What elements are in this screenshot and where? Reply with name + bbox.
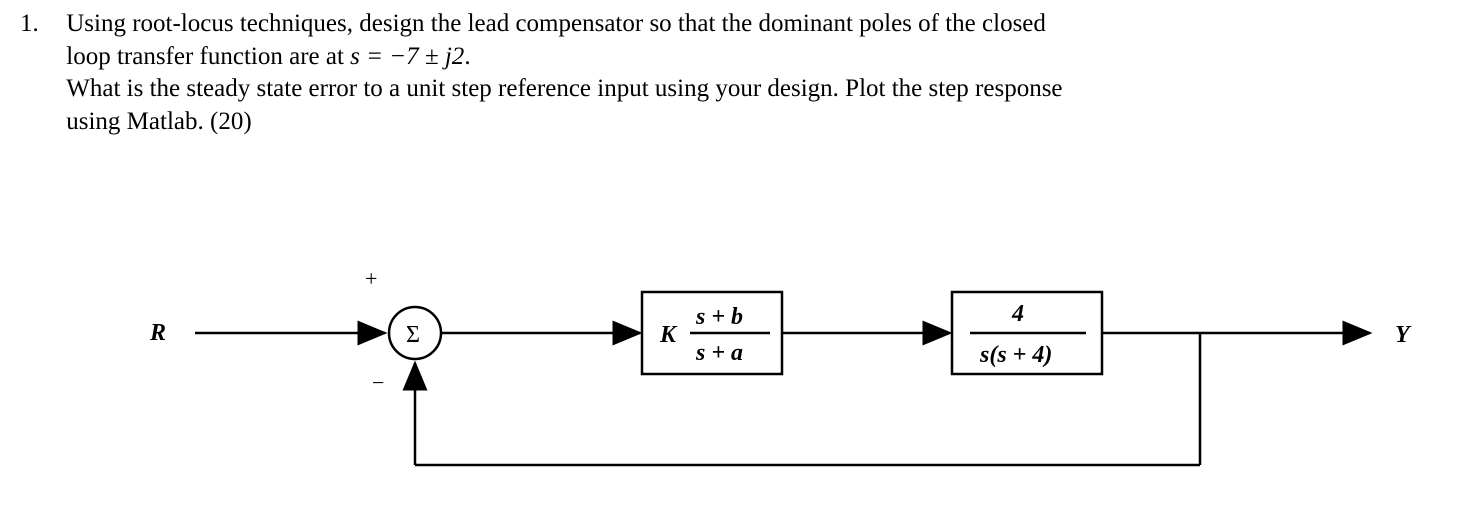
q-line4: using Matlab. (20) xyxy=(66,108,251,135)
block-diagram: R Σ + − K s + b s + a 4 s(s + 4) Y xyxy=(140,250,1430,510)
comp-num: s + b xyxy=(695,304,743,330)
plant-num: 4 xyxy=(1011,301,1024,327)
q-eq: s = −7 ± j2 xyxy=(350,43,464,70)
question-block: 1. Using root-locus techniques, design t… xyxy=(20,8,1460,138)
plus-sign: + xyxy=(365,266,377,291)
output-label: Y xyxy=(1395,322,1412,348)
q-line2a: loop transfer function are at xyxy=(66,43,350,70)
plant-den: s(s + 4) xyxy=(979,342,1052,368)
question-text: Using root-locus techniques, design the … xyxy=(66,8,1446,138)
q-line3: What is the steady state error to a unit… xyxy=(66,75,1062,102)
comp-den: s + a xyxy=(695,340,743,366)
input-label: R xyxy=(149,320,166,346)
diagram-svg: R Σ + − K s + b s + a 4 s(s + 4) Y xyxy=(140,250,1430,510)
q-line1: Using root-locus techniques, design the … xyxy=(66,10,1046,37)
q-line2b: . xyxy=(464,43,470,70)
question-number: 1. xyxy=(20,8,60,41)
minus-sign: − xyxy=(372,370,384,395)
comp-K: K xyxy=(659,322,678,348)
sigma-symbol: Σ xyxy=(406,322,420,348)
